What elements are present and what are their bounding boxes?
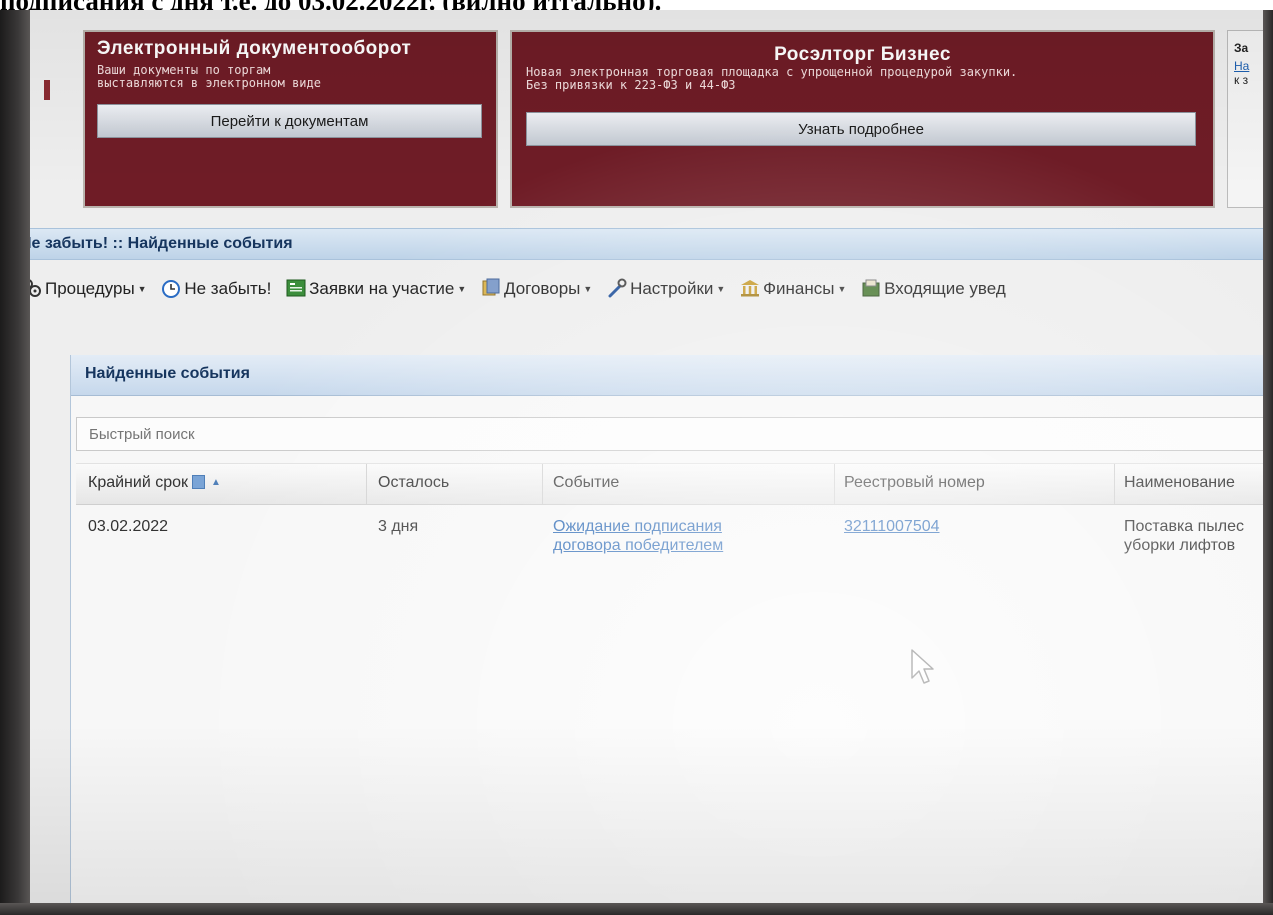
quick-search-input[interactable] <box>76 417 1263 451</box>
table-row: 03.02.2022 3 дня Ожидание подписания дог… <box>76 513 1263 583</box>
menu-item-finance[interactable]: Финансы ▼ <box>740 278 846 299</box>
applications-icon <box>286 279 306 297</box>
cell-name-line: уборки лифтов <box>1124 537 1236 554</box>
menu-item-incoming[interactable]: Входящие увед <box>861 278 1006 299</box>
menu-item-label: Входящие увед <box>884 279 1006 299</box>
column-header-registry-number[interactable]: Реестровый номер <box>844 474 985 492</box>
monitor-bezel-right <box>1263 10 1273 915</box>
inbox-icon <box>862 279 880 297</box>
cell-remaining: 3 дня <box>378 518 419 535</box>
procedures-icon <box>30 279 41 298</box>
menu-item-label: Заявки на участие <box>309 279 455 299</box>
column-divider[interactable] <box>366 464 367 504</box>
menu-item-label: Настройки <box>630 279 714 299</box>
menu-item-contracts[interactable]: Договоры ▼ <box>481 278 592 299</box>
menu-item-applications[interactable]: Заявки на участие ▼ <box>286 278 466 299</box>
monitor-bezel-left <box>0 10 30 915</box>
menu-item-procedures[interactable]: Процедуры ▼ <box>30 278 147 299</box>
chevron-down-icon: ▼ <box>837 284 847 295</box>
banner-partial-title: За <box>1234 41 1249 55</box>
column-header-name[interactable]: Наименование <box>1124 474 1235 492</box>
monitor-bezel-bottom <box>0 903 1273 915</box>
column-header-label: Крайний срок <box>88 474 189 491</box>
banner-partial: За На к з <box>1227 30 1263 208</box>
registry-number-link[interactable]: 32111007504 <box>844 517 940 536</box>
banner-business-subtitle: Новая электронная торговая площадка с уп… <box>526 66 1017 92</box>
event-link-line: договора победителем <box>553 537 724 554</box>
chevron-down-icon: ▼ <box>137 284 147 295</box>
banner-edo-subtitle-line: выставляются в электронном виде <box>97 76 321 90</box>
panel-title: Найденные события <box>85 365 250 382</box>
column-header-deadline[interactable]: Крайний срок ▲ <box>88 474 221 492</box>
clock-icon <box>162 280 181 299</box>
calendar-icon <box>192 475 206 489</box>
column-header-remaining[interactable]: Осталось <box>378 474 449 492</box>
sort-ascending-icon: ▲ <box>211 477 221 488</box>
monitor-photo: Электронный документооборот Ваши докумен… <box>0 10 1273 915</box>
column-header-event[interactable]: Событие <box>553 474 619 492</box>
learn-more-button[interactable]: Узнать подробнее <box>526 112 1196 146</box>
browser-screen: Электронный документооборот Ваши докумен… <box>30 10 1263 903</box>
column-divider[interactable] <box>1114 464 1115 504</box>
event-link[interactable]: Ожидание подписания договора победителем <box>553 517 723 555</box>
contracts-icon <box>482 278 500 296</box>
go-to-documents-button[interactable]: Перейти к документам <box>97 104 482 138</box>
column-divider[interactable] <box>834 464 835 504</box>
cell-deadline: 03.02.2022 <box>88 518 169 535</box>
bank-icon <box>741 280 760 297</box>
panel-header: Найденные события <box>71 355 1263 396</box>
found-events-panel: Найденные события Крайний срок ▲ Осталось… <box>70 355 1263 903</box>
event-link-line: Ожидание подписания <box>553 518 722 535</box>
mouse-cursor-icon <box>911 649 934 684</box>
banner-partial-link[interactable]: На <box>1234 59 1263 73</box>
banner-edo-subtitle: Ваши документы по торгам выставляются в … <box>97 64 321 90</box>
banner-edo-title: Электронный документооборот <box>97 38 412 59</box>
cell-name: Поставка пылес уборки лифтов <box>1124 517 1244 555</box>
menu-item-settings[interactable]: Настройки ▼ <box>607 278 725 299</box>
menu-item-label: Договоры <box>503 279 581 299</box>
menu-item-label: Финансы <box>763 279 835 299</box>
breadcrumb-header: Не забыть! :: Найденные события <box>30 228 1263 260</box>
menu-item-label: Не забыть! <box>184 279 272 299</box>
cell-name-line: Поставка пылес <box>1124 518 1245 535</box>
table-header: Крайний срок ▲ Осталось Событие Реестровы… <box>76 463 1263 505</box>
banner-business-title: Росэлторг Бизнес <box>774 44 951 65</box>
breadcrumb: Не забыть! :: Найденные события <box>30 235 293 252</box>
chevron-down-icon: ▼ <box>583 284 593 295</box>
chevron-down-icon: ▼ <box>457 284 467 295</box>
menu-item-label: Процедуры <box>45 279 135 299</box>
wrench-icon <box>608 278 627 298</box>
banner-business-subtitle-line: Без привязки к 223-ФЗ и 44-ФЗ <box>526 78 736 92</box>
main-menu: Процедуры ▼ Не забыть! Заявки на участие ▼ <box>30 278 1016 308</box>
banner-roseltorg-business: Росэлторг Бизнес Новая электронная торго… <box>510 30 1215 208</box>
chevron-down-icon: ▼ <box>716 284 726 295</box>
column-divider[interactable] <box>542 464 543 504</box>
logo-sliver <box>44 80 50 100</box>
banner-partial-text: к з <box>1234 73 1249 87</box>
menu-item-dont-forget[interactable]: Не забыть! <box>161 278 271 299</box>
banner-edo: Электронный документооборот Ваши докумен… <box>83 30 498 208</box>
